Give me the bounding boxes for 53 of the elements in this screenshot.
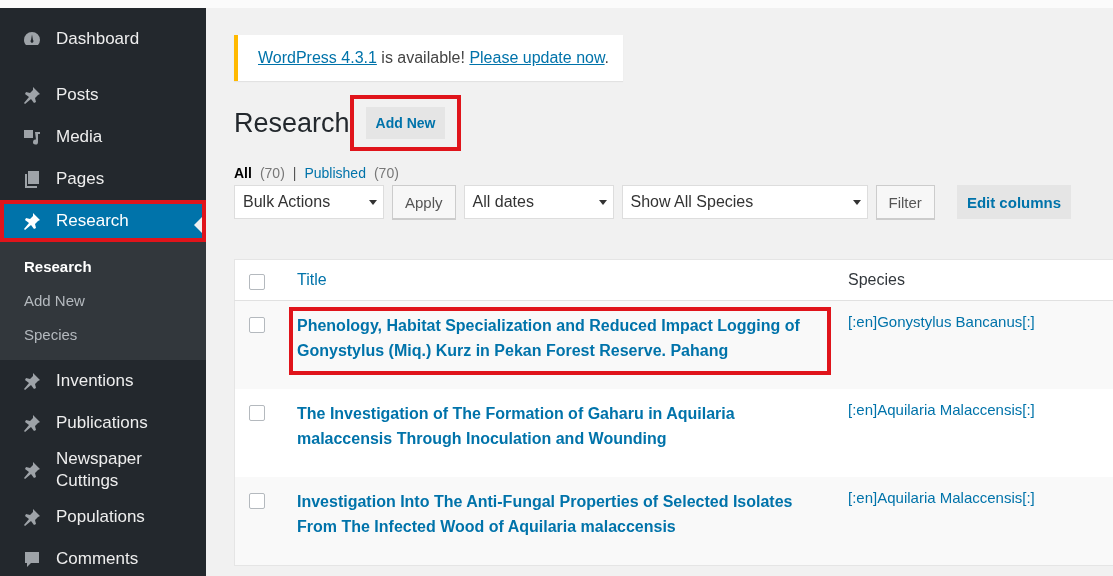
view-filter-link[interactable]: All (234, 165, 252, 181)
row-checkbox[interactable] (249, 317, 265, 333)
toolbar-button[interactable]: Apply (392, 185, 456, 219)
view-count: (70) (259, 165, 285, 181)
comment-icon (22, 549, 42, 569)
pin-icon (22, 211, 42, 231)
pin-icon (22, 85, 42, 105)
view-count: (70) (373, 165, 399, 181)
view-separator: | (292, 165, 297, 181)
species-link[interactable]: [:en]Aquilaria Malaccensis[:] (848, 401, 1035, 418)
page-title: Research (234, 107, 350, 139)
species-link[interactable]: [:en]Aquilaria Malaccensis[:] (848, 489, 1035, 506)
post-title-link[interactable]: The Investigation of The Formation of Gaharu in Aquilaria malaccensis Through Inoculation and Wounding (297, 401, 809, 451)
column-header: Species (848, 271, 905, 288)
view-filter-link[interactable]: Published (304, 165, 366, 181)
add-new-button[interactable]: Add New (365, 107, 446, 139)
submenu-item[interactable]: Add New (0, 284, 206, 318)
pin-icon (22, 371, 42, 391)
sidebar-item[interactable]: Newspaper Cuttings (0, 444, 206, 496)
toolbar-button[interactable]: Filter (875, 185, 935, 219)
notice-link[interactable]: Please update now (469, 49, 605, 66)
species-link[interactable]: [:en]Gonystylus Bancanus[:] (848, 313, 1035, 330)
edit-columns-button[interactable]: Edit columns (956, 185, 1072, 219)
pin-icon (22, 413, 42, 433)
sidebar-item[interactable]: Posts (0, 74, 206, 116)
caret-icon (598, 199, 607, 205)
dropdown[interactable]: Show All Species (621, 185, 868, 219)
sidebar-item[interactable]: Publications (0, 402, 206, 444)
submenu-item[interactable]: Species (0, 318, 206, 352)
column-header[interactable]: Title (297, 271, 327, 288)
dropdown[interactable]: All dates (463, 185, 614, 219)
pin-icon (22, 507, 42, 527)
update-notice: WordPress 4.3.1 is available! Please update now. (234, 35, 624, 81)
dropdown[interactable]: Bulk Actions (234, 185, 384, 219)
sidebar-item[interactable]: Dashboard (0, 18, 206, 60)
pin-icon (22, 460, 42, 480)
select-all-checkbox[interactable] (249, 274, 265, 290)
post-title-link[interactable]: Investigation Into The Anti-Fungal Properties of Selected Isolates From The Infected Wood of Aquilaria malaccensis (297, 489, 809, 539)
sidebar-item[interactable]: Comments (0, 538, 206, 576)
media-icon (22, 127, 42, 147)
sidebar-item[interactable]: Pages (0, 158, 206, 200)
caret-icon (369, 199, 377, 205)
post-title-link[interactable]: Phenology, Habitat Specialization and Reduced Impact Logging of Gonystylus (Miq.) Kurz in Pekan Forest Reserve. Pahang (297, 313, 809, 363)
caret-icon (852, 199, 861, 205)
sidebar-item[interactable]: Inventions (0, 360, 206, 402)
sidebar-item[interactable]: Media (0, 116, 206, 158)
submenu-item[interactable]: Research (0, 250, 206, 284)
sidebar-item[interactable]: Populations (0, 496, 206, 538)
sidebar-item[interactable]: Research (0, 200, 206, 242)
row-checkbox[interactable] (249, 405, 265, 421)
row-checkbox[interactable] (249, 493, 265, 509)
notice-link[interactable]: WordPress 4.3.1 (258, 49, 377, 66)
pages-icon (22, 169, 42, 189)
